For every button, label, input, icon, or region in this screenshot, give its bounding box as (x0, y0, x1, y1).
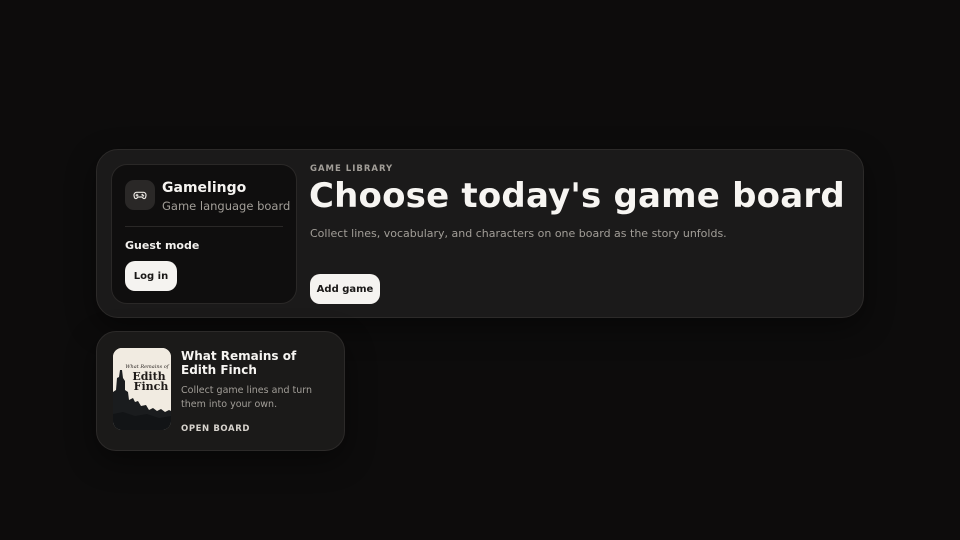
open-board-link[interactable]: OPEN BOARD (181, 424, 250, 434)
add-game-button[interactable]: Add game (310, 274, 380, 304)
app-name: Gamelingo (162, 180, 247, 196)
page-subtitle: Collect lines, vocabulary, and character… (310, 227, 727, 240)
login-button[interactable]: Log in (125, 261, 177, 291)
cover-title-line2: Finch (134, 380, 169, 393)
gamepad-icon (125, 180, 155, 210)
app-subtitle: Game language board (162, 199, 291, 213)
game-card[interactable]: What Remains of Edith Finch What Remains… (96, 331, 345, 451)
hero-panel: Gamelingo Game language board Guest mode… (96, 149, 864, 318)
account-card: Gamelingo Game language board Guest mode… (111, 164, 297, 304)
game-title: What Remains of Edith Finch (181, 349, 297, 377)
game-description: Collect game lines and turn them into yo… (181, 385, 313, 410)
game-cover-image: What Remains of Edith Finch (113, 348, 171, 430)
guest-mode-label: Guest mode (125, 239, 200, 252)
divider (125, 226, 283, 227)
section-eyebrow: GAME LIBRARY (310, 164, 394, 174)
page-title: Choose today's game board (309, 176, 845, 216)
